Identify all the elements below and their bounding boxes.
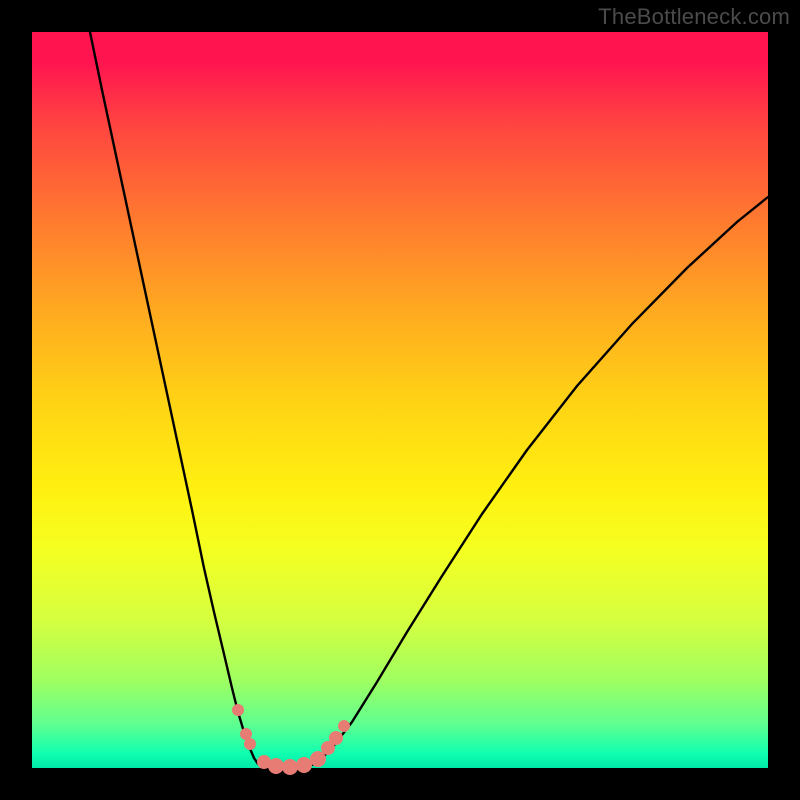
watermark-text: TheBottleneck.com [598, 4, 790, 30]
marker-dot [282, 759, 298, 775]
curve-path [90, 32, 768, 768]
curve-markers [232, 704, 350, 775]
marker-dot [232, 704, 244, 716]
marker-dot [329, 731, 343, 745]
marker-dot [244, 738, 256, 750]
marker-dot [268, 758, 284, 774]
marker-dot [296, 757, 312, 773]
chart-plot-area [32, 32, 768, 768]
chart-frame: TheBottleneck.com [0, 0, 800, 800]
marker-dot [338, 720, 350, 732]
bottleneck-curve [32, 32, 768, 768]
